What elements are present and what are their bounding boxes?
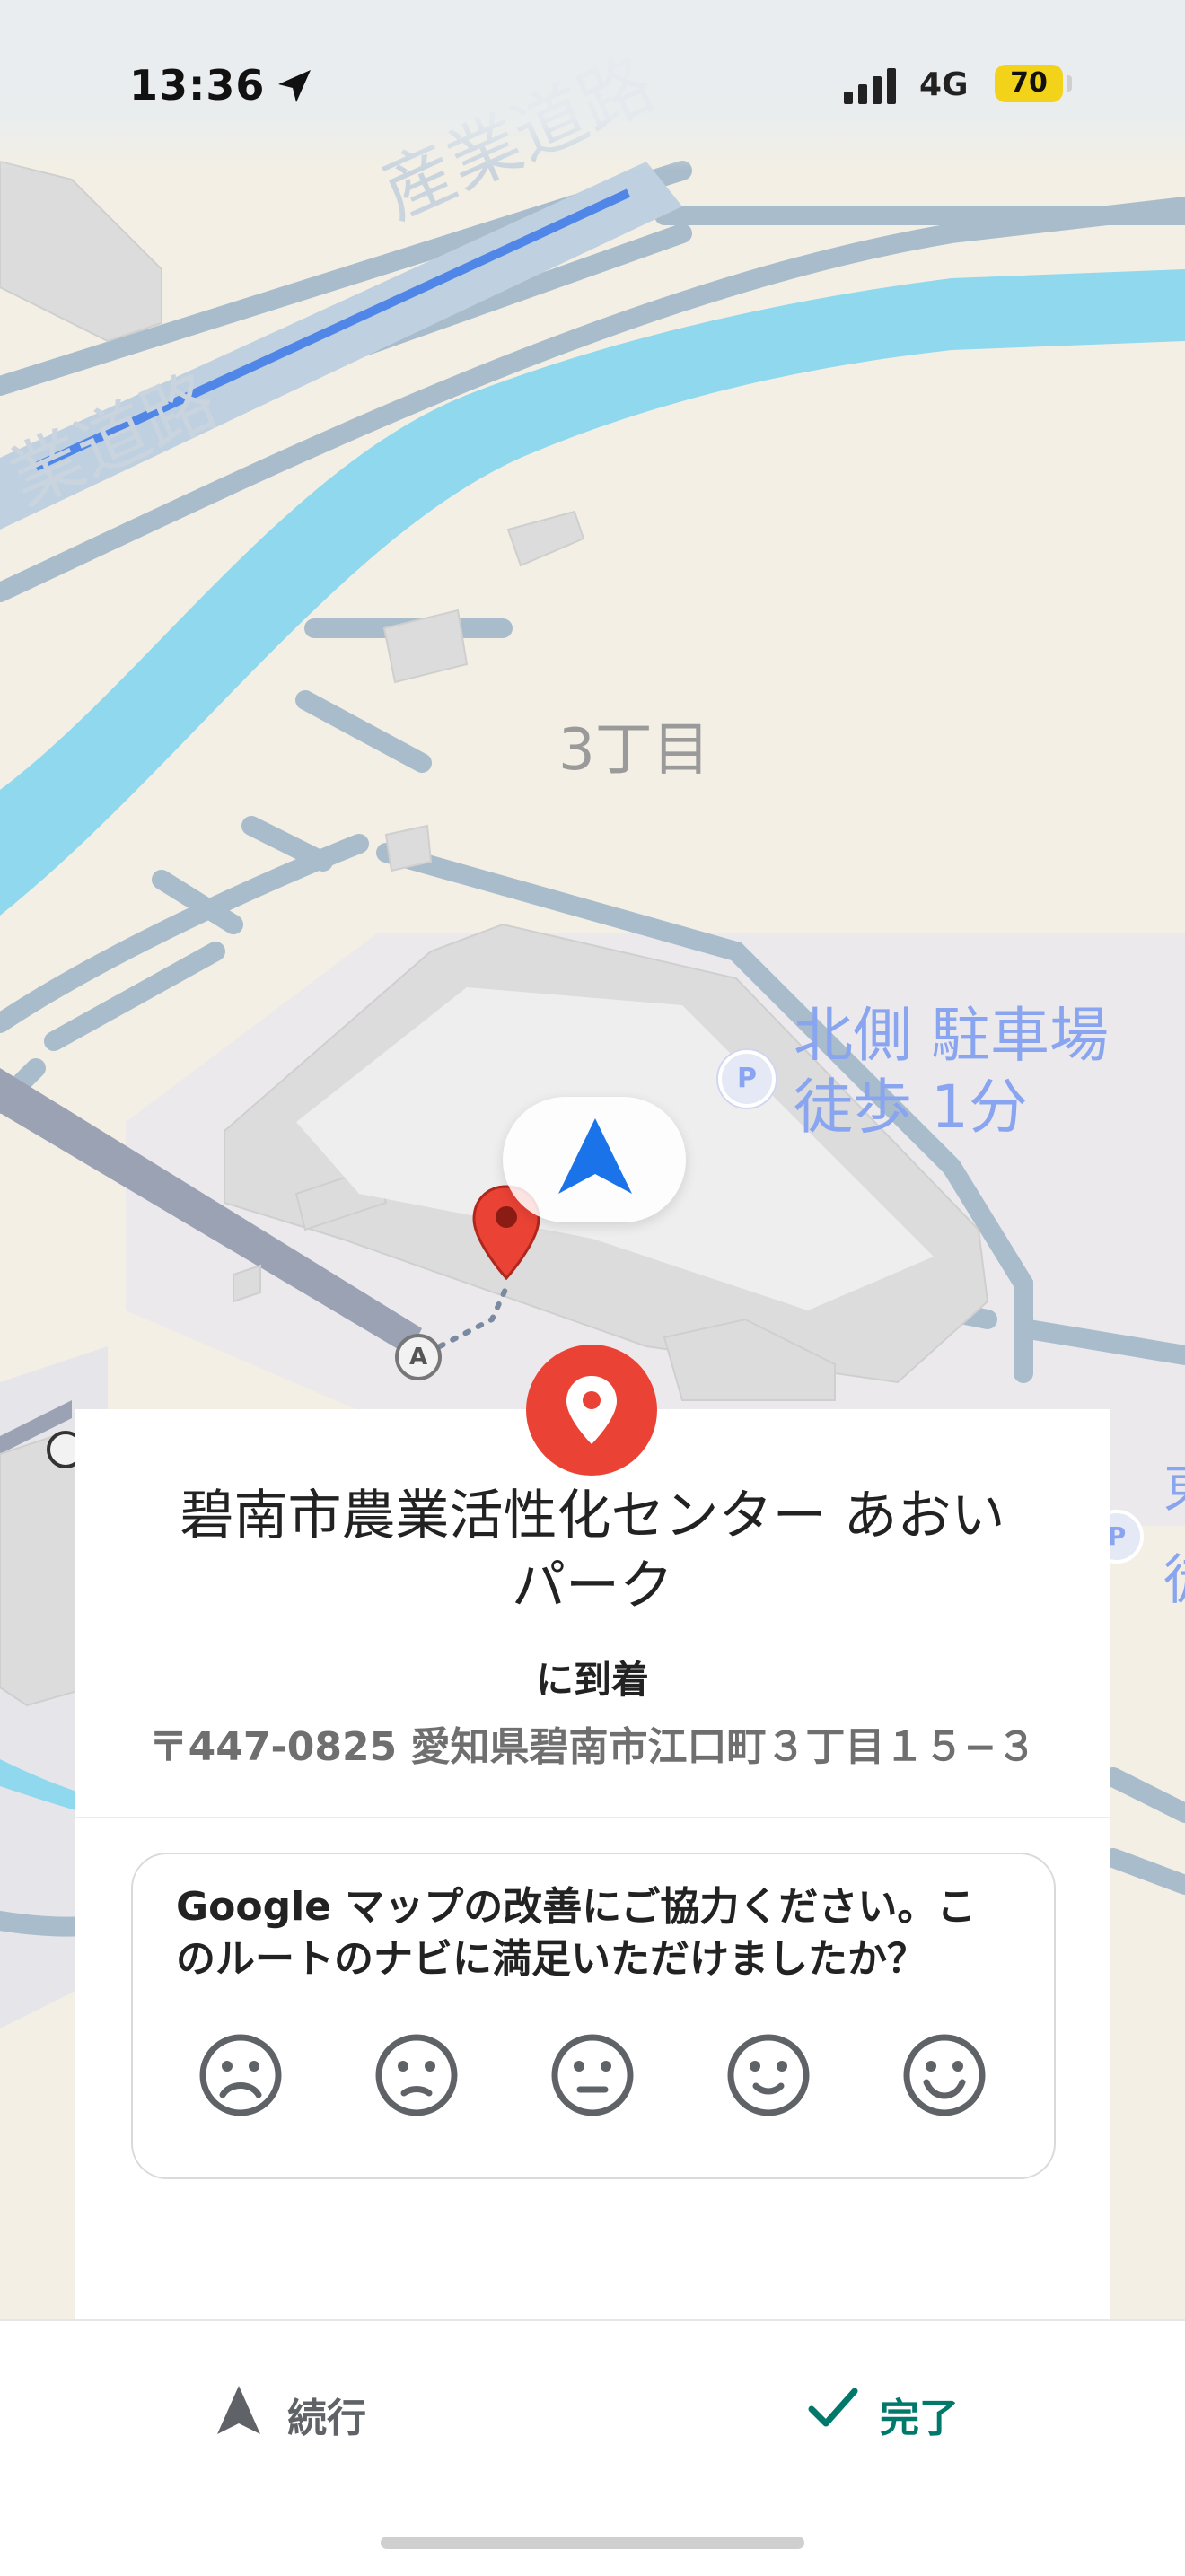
offscreen-label: 徒 bbox=[1163, 1537, 1185, 1615]
destination-address: 〒447-0825 愛知県碧南市江口町３丁目１５−３ bbox=[148, 1724, 1037, 1770]
navigation-arrow-icon bbox=[558, 1118, 632, 1194]
divider bbox=[75, 1817, 1110, 1818]
battery-icon: 70 bbox=[995, 65, 1063, 102]
rating-row bbox=[198, 2032, 988, 2118]
very-dissatisfied-face-icon[interactable] bbox=[198, 2032, 284, 2118]
parking-marker[interactable]: P 北側 駐車場 徒歩 1分 bbox=[718, 1001, 1131, 1167]
arrival-text: に到着 bbox=[535, 1658, 649, 1702]
very-satisfied-face-icon[interactable] bbox=[901, 2032, 988, 2118]
cellular-signal-icon bbox=[844, 68, 896, 104]
location-pin-icon bbox=[566, 1376, 617, 1444]
area-label: 3丁目 bbox=[558, 717, 710, 784]
neutral-face-icon[interactable] bbox=[549, 2032, 636, 2118]
destination-badge bbox=[526, 1345, 657, 1476]
network-type: 4G bbox=[919, 66, 969, 103]
feedback-card: Google マップの改善にご協力ください。このルートのナビに満足いただけました… bbox=[131, 1853, 1056, 2179]
status-time: 13:36 bbox=[129, 61, 266, 110]
offscreen-label: 東 bbox=[1163, 1445, 1185, 1523]
checkmark-icon bbox=[808, 2388, 858, 2427]
battery-tip bbox=[1066, 75, 1072, 92]
parking-icon: P bbox=[718, 1050, 776, 1108]
destination-name: 碧南市農業活性化センター あおい パーク bbox=[111, 1481, 1074, 1621]
home-indicator[interactable] bbox=[381, 2537, 804, 2549]
location-services-icon bbox=[278, 70, 311, 102]
status-bar: 13:36 4G 70 bbox=[0, 0, 1185, 171]
battery-level: 70 bbox=[1010, 67, 1048, 99]
destination-name-line: 碧南市農業活性化センター あおい bbox=[180, 1485, 1005, 1547]
navigation-arrow-icon bbox=[217, 2386, 260, 2434]
parking-walk-time: 徒歩 1分 bbox=[794, 1073, 1028, 1142]
waypoint-marker[interactable]: A bbox=[395, 1334, 442, 1380]
satisfied-face-icon[interactable] bbox=[725, 2032, 812, 2118]
feedback-question: Google マップの改善にご協力ください。このルートのナビに満足いただけました… bbox=[176, 1884, 977, 1982]
continue-label: 続行 bbox=[287, 2396, 366, 2441]
done-label: 完了 bbox=[880, 2396, 959, 2441]
current-location-marker bbox=[503, 1097, 686, 1222]
dissatisfied-face-icon[interactable] bbox=[373, 2032, 460, 2118]
destination-name-line: パーク bbox=[512, 1555, 673, 1617]
